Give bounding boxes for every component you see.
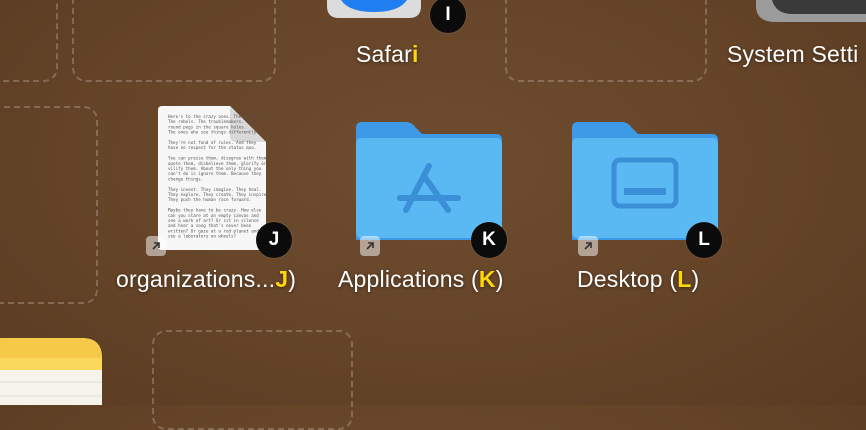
notes-icon [0, 338, 102, 405]
settings-gear-icon [756, 0, 866, 22]
alias-arrow-icon [146, 236, 166, 256]
document-preview-line: have no respect for the status quo. [168, 145, 256, 150]
document-preview-line: change things. [168, 176, 203, 181]
document-preview-line: see a laboratory on wheels? [168, 234, 237, 239]
shortcut-badge: L [686, 222, 722, 258]
desktop-folder-label: Desktop (L) [577, 266, 700, 292]
system-settings-label: System Setti [727, 41, 859, 67]
document-preview-line: They push the human race forward. [168, 197, 251, 202]
safari-desktop-icon[interactable]: I Safari [300, 0, 480, 80]
empty-slot [505, 0, 707, 82]
desktop-folder-desktop-icon[interactable]: L Desktop (L) [545, 104, 745, 299]
safari-label: Safari [356, 41, 419, 67]
applications-desktop-icon[interactable]: K Applications (K) [330, 104, 530, 299]
alias-arrow-icon [578, 236, 598, 256]
applications-label: Applications (K) [338, 266, 504, 292]
text-document-icon: Here's to the crazy ones. The misfits.Th… [158, 106, 266, 250]
shortcut-badge: K [471, 222, 507, 258]
system-settings-desktop-icon[interactable]: System Setti [720, 0, 866, 80]
empty-slot [72, 0, 276, 82]
shortcut-badge: J [256, 222, 292, 258]
document-label: organizations...J) [116, 266, 297, 292]
document-preview-line: The ones who see things differently. [168, 130, 259, 135]
alias-arrow-icon [360, 236, 380, 256]
notes-desktop-icon[interactable] [0, 338, 106, 405]
safari-icon [327, 0, 421, 18]
empty-slot [152, 330, 353, 430]
document-desktop-icon[interactable]: Here's to the crazy ones. The misfits. Th… [112, 104, 317, 299]
empty-slot [0, 0, 58, 82]
empty-slot [0, 106, 98, 304]
shortcut-badge: I [430, 0, 466, 33]
